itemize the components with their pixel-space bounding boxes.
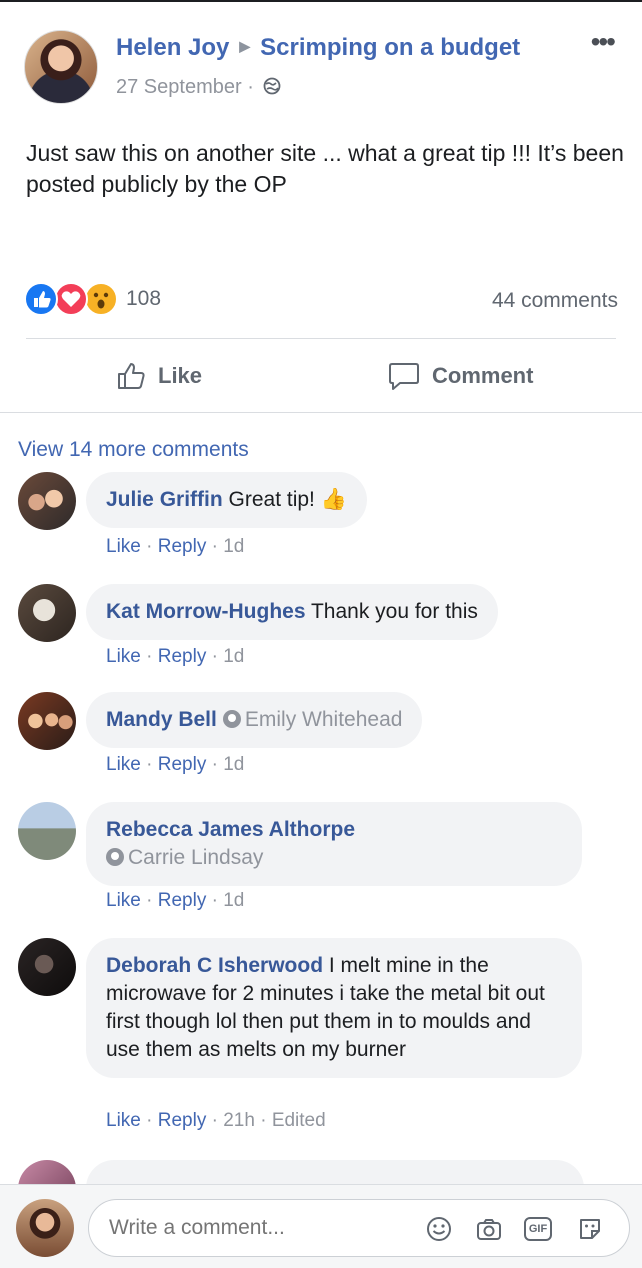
comments-count[interactable]: 44 comments — [492, 289, 618, 313]
wow-reaction-icon — [84, 282, 118, 316]
comment-time[interactable]: 1d — [223, 890, 244, 911]
comment-like-link[interactable]: Like — [106, 1110, 141, 1131]
reactions-bar[interactable]: 108 44 comments — [24, 282, 618, 318]
author-avatar[interactable] — [24, 30, 98, 104]
comment-icon — [389, 363, 419, 390]
comment-bubble: Rebecca James Althorpe Carrie Lindsay — [86, 802, 582, 886]
partial-comment-item — [18, 1160, 628, 1184]
comment-composer: GIF — [0, 1184, 642, 1268]
comment-bubble: Deborah C Isherwood I melt mine in the m… — [86, 938, 582, 1078]
commenter-avatar[interactable] — [18, 692, 76, 750]
divider — [0, 412, 642, 413]
comment-like-link[interactable]: Like — [106, 890, 141, 911]
comment-time[interactable]: 21h — [223, 1110, 255, 1131]
triangle-right-icon: ▶ — [239, 38, 251, 54]
comment-reply-link[interactable]: Reply — [158, 890, 207, 911]
author-name-link[interactable]: Helen Joy — [116, 34, 229, 61]
comment-text: Thank you for this — [305, 600, 478, 623]
comment-time[interactable]: 1d — [223, 754, 244, 775]
sticker-icon[interactable] — [576, 1215, 604, 1243]
comment-item: Julie Griffin Great tip! 👍 Like · Reply … — [18, 472, 628, 564]
comment-item: Mandy Bell Emily Whitehead Like · Reply ·… — [18, 692, 628, 784]
post-date[interactable]: 27 September — [116, 76, 242, 98]
comment-reply-link[interactable]: Reply — [158, 1110, 207, 1131]
comment-like-link[interactable]: Like — [106, 536, 141, 557]
like-button-label: Like — [158, 363, 203, 388]
comment-item: Deborah C Isherwood I melt mine in the m… — [18, 938, 628, 1142]
comment-button-label: Comment — [432, 363, 534, 388]
comment-actions: Like · Reply · 1d — [106, 890, 245, 911]
comment-actions: Like · Reply · 1d — [106, 536, 245, 557]
post-header-line: Helen Joy ▶ Scrimping on a budget — [116, 34, 520, 62]
more-options-icon[interactable]: ••• — [591, 28, 616, 56]
tag-icon — [106, 848, 124, 866]
reaction-count[interactable]: 108 — [126, 287, 161, 311]
comment-actions: Like · Reply · 21h · Edited — [106, 1110, 326, 1131]
comment-item: Kat Morrow-Hughes Thank you for this Lik… — [18, 584, 628, 676]
post-text: Just saw this on another site ... what a… — [26, 140, 624, 197]
edited-label[interactable]: Edited — [272, 1110, 326, 1131]
top-border — [0, 0, 642, 2]
commenter-avatar[interactable] — [18, 1160, 76, 1184]
like-button[interactable]: Like — [116, 358, 202, 394]
commenter-name-link[interactable]: Deborah C Isherwood — [106, 954, 323, 977]
comment-reply-link[interactable]: Reply — [158, 536, 207, 557]
comment-item: Rebecca James Althorpe Carrie Lindsay Li… — [18, 802, 628, 920]
like-reaction-icon — [24, 282, 58, 316]
divider — [26, 338, 616, 339]
comment-button[interactable]: Comment — [388, 358, 533, 394]
thumbs-up-icon — [118, 363, 145, 389]
group-name-link[interactable]: Scrimping on a budget — [260, 34, 520, 61]
view-more-comments-link[interactable]: View 14 more comments — [18, 438, 249, 462]
commenter-avatar[interactable] — [18, 584, 76, 642]
comment-actions: Like · Reply · 1d — [106, 646, 245, 667]
comment-actions: Like · Reply · 1d — [106, 754, 245, 775]
tagged-name-link[interactable]: Carrie Lindsay — [128, 846, 263, 869]
tag-icon — [222, 710, 241, 728]
emoji-icon[interactable] — [425, 1215, 453, 1243]
comment-like-link[interactable]: Like — [106, 646, 141, 667]
comment-like-link[interactable]: Like — [106, 754, 141, 775]
comment-bubble: Julie Griffin Great tip! 👍 — [86, 472, 367, 528]
comment-text: Great tip! 👍 — [222, 488, 347, 511]
comment-reply-link[interactable]: Reply — [158, 646, 207, 667]
comment-bubble: Kat Morrow-Hughes Thank you for this — [86, 584, 498, 640]
comment-time[interactable]: 1d — [223, 646, 244, 667]
commenter-name-link[interactable]: Kat Morrow-Hughes — [106, 600, 306, 623]
comment-bubble: Mandy Bell Emily Whitehead — [86, 692, 423, 748]
comment-bubble — [86, 1160, 584, 1184]
commenter-name-link[interactable]: Mandy Bell — [106, 708, 217, 731]
commenter-avatar[interactable] — [18, 938, 76, 996]
commenter-avatar[interactable] — [18, 802, 76, 860]
post-meta: 27 September · — [116, 76, 281, 99]
camera-icon[interactable] — [475, 1215, 503, 1243]
commenter-avatar[interactable] — [18, 472, 76, 530]
comment-time[interactable]: 1d — [223, 536, 244, 557]
current-user-avatar[interactable] — [16, 1199, 74, 1257]
commenter-name-link[interactable]: Julie Griffin — [106, 488, 223, 511]
gif-icon[interactable]: GIF — [524, 1217, 552, 1241]
comment-reply-link[interactable]: Reply — [158, 754, 207, 775]
commenter-name-link[interactable]: Rebecca James Althorpe — [106, 818, 355, 841]
tagged-name-link[interactable]: Emily Whitehead — [245, 708, 403, 731]
globe-icon — [264, 77, 281, 95]
post-header: Helen Joy ▶ Scrimping on a budget ••• 27 S… — [24, 28, 618, 104]
love-reaction-icon — [54, 282, 88, 316]
